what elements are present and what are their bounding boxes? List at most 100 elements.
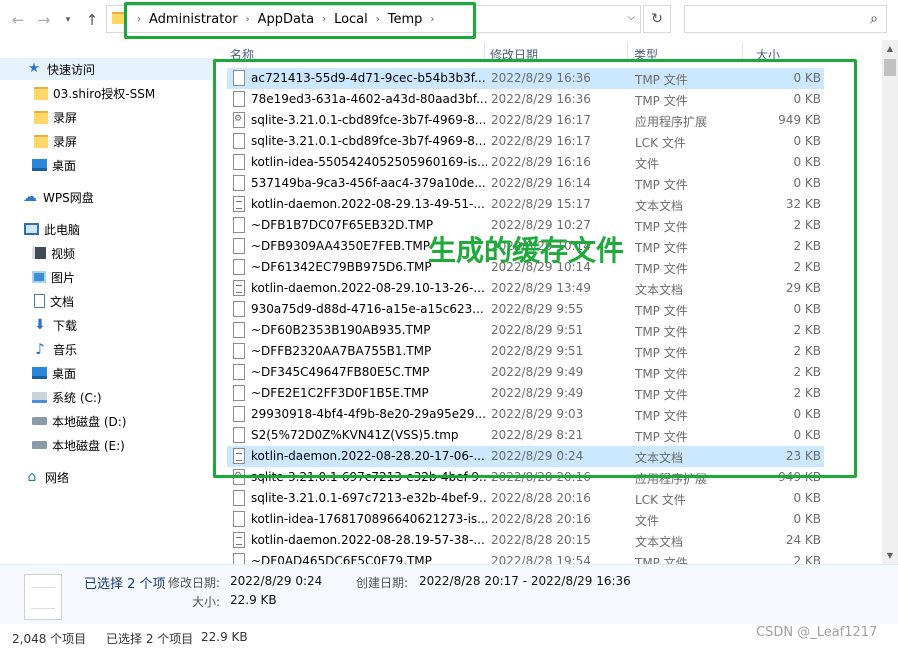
file-date: 2022/8/29 16:36: [491, 71, 591, 85]
file-row[interactable]: 29930918-4bf4-4f9b-8e20-29a95e29... 2022/…: [227, 404, 824, 425]
sidebar-item-network[interactable]: ⌂ 网络: [0, 466, 212, 488]
scroll-up-icon[interactable]: ▲: [882, 40, 898, 57]
sidebar-item-folder[interactable]: 录屏: [0, 130, 212, 152]
file-name: 78e19ed3-631a-4602-a43d-80aad3bf...: [251, 92, 487, 106]
scroll-thumb[interactable]: [884, 59, 896, 76]
sidebar-item-desktop[interactable]: 桌面: [0, 154, 212, 176]
file-row[interactable]: kotlin-idea-5505424052505960169-is... 202…: [227, 152, 824, 173]
file-name: ~DF0AD465DC6F5C0F79.TMP: [251, 554, 432, 564]
forward-arrow-icon[interactable]: →: [34, 10, 54, 30]
file-size: 23 KB: [785, 449, 821, 463]
address-bar[interactable]: › Administrator › AppData › Local › Temp…: [106, 5, 641, 33]
sidebar-item-pictures[interactable]: 图片: [0, 266, 212, 288]
desktop-icon: [32, 367, 47, 379]
file-row[interactable]: sqlite-3.21.0.1-cbd89fce-3b7f-4969-8... 2…: [227, 110, 824, 131]
search-input[interactable]: ⌕: [684, 5, 887, 33]
file-name: sqlite-3.21.0.1-697c7213-e32b-4bef-9...: [251, 470, 487, 484]
sidebar-item-drive-c[interactable]: 系统 (C:): [0, 386, 212, 408]
file-icon: [233, 553, 245, 564]
sidebar-item-label: 音乐: [53, 342, 78, 357]
file-row[interactable]: ac721413-55d9-4d71-9cec-b54b3b3f... 2022/…: [227, 68, 824, 89]
file-date: 2022/8/29 16:14: [491, 176, 591, 190]
column-size[interactable]: 大小: [756, 46, 780, 63]
sidebar-item-folder[interactable]: 录屏: [0, 106, 212, 128]
file-row[interactable]: kotlin-daemon.2022-08-28.20-17-06-... 202…: [227, 446, 824, 467]
file-row[interactable]: ~DFB9309AA4350E7FEB.TMP 2022/8/29 10:14 TM…: [227, 236, 824, 257]
size-value: 22.9 KB: [230, 593, 277, 607]
file-type: TMP 文件: [635, 304, 688, 318]
file-size: 0 KB: [793, 302, 821, 316]
column-date[interactable]: 修改日期: [490, 46, 538, 63]
chevron-right-icon[interactable]: ›: [137, 14, 141, 25]
file-row[interactable]: 537149ba-9ca3-456f-aac4-379a10de... 2022/…: [227, 173, 824, 194]
text-file-icon: [233, 196, 245, 212]
file-row[interactable]: kotlin-daemon.2022-08-29.13-49-51-... 202…: [227, 194, 824, 215]
file-date: 2022/8/29 0:24: [491, 449, 584, 463]
column-divider[interactable]: [627, 42, 628, 62]
sidebar-item-this-pc[interactable]: 此电脑: [0, 218, 212, 240]
file-row[interactable]: ~DFE2E1C2FF3D0F1B5E.TMP 2022/8/29 9:49 TMP…: [227, 383, 824, 404]
file-row[interactable]: kotlin-daemon.2022-08-29.10-13-26-... 202…: [227, 278, 824, 299]
sidebar-item-downloads[interactable]: ⬇ 下载: [0, 314, 212, 336]
file-row[interactable]: S2(5%72D0Z%KVN41Z(VSS)5.tmp 2022/8/29 8:2…: [227, 425, 824, 446]
chevron-down-icon[interactable]: ⌵: [627, 12, 635, 23]
file-row[interactable]: ~DF0AD465DC6F5C0F79.TMP 2022/8/28 19:54 TM…: [227, 551, 824, 564]
file-row[interactable]: ~DF345C49647FB80E5C.TMP 2022/8/29 9:49 TMP…: [227, 362, 824, 383]
up-arrow-icon[interactable]: ↑: [82, 10, 102, 30]
column-divider[interactable]: [742, 42, 743, 62]
file-icon: [233, 322, 245, 338]
file-name: kotlin-daemon.2022-08-29.10-13-26-...: [251, 281, 485, 295]
file-row[interactable]: sqlite-3.21.0.1-697c7213-e32b-4bef-9... 2…: [227, 467, 824, 488]
refresh-button[interactable]: ↻: [643, 5, 671, 33]
column-divider[interactable]: [484, 42, 485, 62]
file-icon: [233, 406, 245, 422]
chevron-right-icon[interactable]: ›: [246, 14, 250, 25]
file-row[interactable]: ~DF60B2353B190AB935.TMP 2022/8/29 9:51 TMP…: [227, 320, 824, 341]
file-type: 文本文档: [635, 535, 684, 549]
back-arrow-icon[interactable]: ←: [8, 10, 28, 30]
file-size: 0 KB: [793, 512, 821, 526]
sidebar-item-label: 桌面: [52, 158, 77, 173]
file-row[interactable]: 78e19ed3-631a-4602-a43d-80aad3bf... 2022/…: [227, 89, 824, 110]
sidebar-item-videos[interactable]: 视频: [0, 242, 212, 264]
sidebar-item-music[interactable]: ♪ 音乐: [0, 338, 212, 360]
file-type: 应用程序扩展: [635, 472, 708, 486]
sidebar-item-desktop[interactable]: 桌面: [0, 362, 212, 384]
file-row[interactable]: ~DF61342EC79BB975D6.TMP 2022/8/29 10:14 TM…: [227, 257, 824, 278]
breadcrumb-item[interactable]: Local: [334, 12, 368, 27]
system-drive-icon: [32, 391, 47, 403]
search-icon[interactable]: ⌕: [870, 11, 878, 27]
chevron-down-icon[interactable]: ▾: [58, 10, 78, 30]
sidebar-item-folder[interactable]: 03.shiro授权-SSM: [0, 82, 212, 104]
sidebar-item-wps-drive[interactable]: ☁ WPS网盘: [0, 186, 212, 208]
column-name[interactable]: 名称: [230, 46, 254, 63]
file-row[interactable]: 930a75d9-d88d-4716-a15e-a15c623... 2022/8…: [227, 299, 824, 320]
file-size: 0 KB: [793, 491, 821, 505]
sidebar-item-drive-d[interactable]: 本地磁盘 (D:): [0, 410, 212, 432]
breadcrumb-item[interactable]: Temp: [388, 12, 423, 27]
column-type[interactable]: 类型: [634, 46, 658, 63]
breadcrumb-item[interactable]: Administrator: [149, 12, 238, 27]
file-type: LCK 文件: [635, 136, 686, 150]
file-row[interactable]: sqlite-3.21.0.1-cbd89fce-3b7f-4969-8... 2…: [227, 131, 824, 152]
scroll-down-icon[interactable]: ▼: [882, 547, 898, 564]
file-size: 32 KB: [785, 197, 821, 211]
file-size: 24 KB: [785, 533, 821, 547]
file-row[interactable]: ~DFB1B7DC07F65EB32D.TMP 2022/8/29 10:27 TM…: [227, 215, 824, 236]
sidebar-item-quick-access[interactable]: ★ 快速访问: [0, 58, 212, 80]
sidebar-item-drive-e[interactable]: 本地磁盘 (E:): [0, 434, 212, 456]
chevron-right-icon[interactable]: ›: [322, 14, 326, 25]
breadcrumb-item[interactable]: AppData: [258, 12, 314, 27]
file-date: 2022/8/29 16:17: [491, 113, 591, 127]
file-row[interactable]: kotlin-daemon.2022-08-28.19-57-38-... 202…: [227, 530, 824, 551]
sidebar-item-documents[interactable]: 文档: [0, 290, 212, 312]
file-name: ~DF61342EC79BB975D6.TMP: [251, 260, 432, 274]
drive-icon: [32, 441, 47, 449]
chevron-right-icon[interactable]: ›: [430, 14, 434, 25]
cloud-icon: ☁: [23, 189, 37, 205]
file-row[interactable]: ~DFFB2320AA7BA755B1.TMP 2022/8/29 9:51 TMP…: [227, 341, 824, 362]
vertical-scrollbar[interactable]: ▲ ▼: [882, 40, 898, 564]
file-row[interactable]: sqlite-3.21.0.1-697c7213-e32b-4bef-9... 2…: [227, 488, 824, 509]
file-row[interactable]: kotlin-idea-1768170896640621273-is... 202…: [227, 509, 824, 530]
chevron-right-icon[interactable]: ›: [376, 14, 380, 25]
